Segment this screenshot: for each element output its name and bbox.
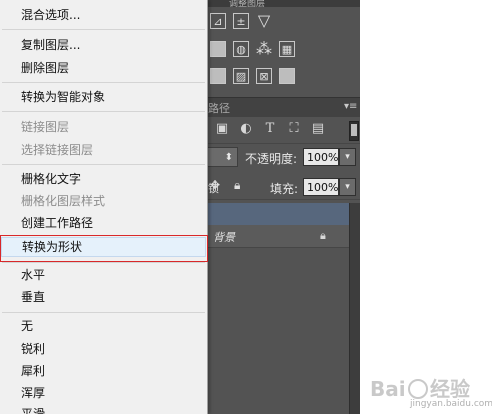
layer-filter-row: ▣ ◐ T ⛶ ▤ bbox=[215, 121, 325, 136]
fill-dropdown-arrow-icon[interactable]: ▾ bbox=[339, 178, 356, 196]
menu-separator bbox=[2, 29, 205, 30]
exposure-icon[interactable]: ± bbox=[233, 13, 249, 29]
color-balance-icon[interactable] bbox=[210, 41, 226, 57]
menu-item-convert-smart-object[interactable]: 转换为智能对象 bbox=[0, 87, 207, 107]
menu-item-horizontal[interactable]: 水平 bbox=[0, 265, 207, 285]
selective-color-icon[interactable]: ⊠ bbox=[256, 68, 272, 84]
filter-shape-icon[interactable]: ⛶ bbox=[287, 121, 301, 136]
color-lookup-icon[interactable]: ▦ bbox=[279, 41, 295, 57]
menu-item-antialias-strong[interactable]: 浑厚 bbox=[0, 383, 207, 403]
layer-context-menu: 混合选项... 复制图层... 删除图层 转换为智能对象 链接图层 选择链接图层… bbox=[0, 0, 208, 414]
fill-label: 填充: bbox=[270, 182, 299, 196]
adjustments-header: 调整图层 bbox=[205, 0, 375, 9]
layer-lock-icon: 🔒︎ bbox=[320, 229, 326, 242]
menu-item-antialias-crisp[interactable]: 犀利 bbox=[0, 361, 207, 381]
menu-item-select-linked-layers: 选择链接图层 bbox=[21, 143, 94, 157]
svg-text:Bai: Bai bbox=[370, 377, 406, 401]
menu-item-link-layers: 链接图层 bbox=[21, 120, 70, 134]
adjustment-icons-row-1: ⊿ ± ▽ bbox=[210, 13, 272, 29]
gradient-triangle-icon[interactable]: ▽ bbox=[256, 13, 272, 29]
menu-item-vertical[interactable]: 垂直 bbox=[0, 287, 207, 307]
lock-position-icon[interactable]: ✥ bbox=[210, 178, 220, 192]
menu-item-antialias-sharp[interactable]: 锐利 bbox=[0, 339, 207, 359]
menu-item-rasterize-layer-style: 栅格化图层样式 bbox=[21, 194, 106, 208]
svg-text:经验: 经验 bbox=[430, 377, 470, 401]
opacity-dropdown-arrow-icon[interactable]: ▾ bbox=[339, 148, 356, 166]
curves-icon[interactable]: ⊿ bbox=[210, 13, 226, 29]
threshold-icon[interactable]: ▨ bbox=[233, 68, 249, 84]
fill-field[interactable]: 100% bbox=[303, 178, 339, 196]
blend-mode-arrow-icon: ⬍ bbox=[224, 151, 233, 163]
menu-item-duplicate-layer[interactable]: 复制图层... bbox=[0, 35, 207, 55]
menu-item-antialias-none[interactable]: 无 bbox=[0, 316, 207, 336]
adjustments-title: 调整图层 bbox=[229, 0, 266, 9]
menu-separator bbox=[2, 262, 205, 263]
adjustment-icons-row-3: ▨ ⊠ bbox=[210, 68, 295, 84]
menu-item-blending-options[interactable]: 混合选项... bbox=[0, 5, 207, 25]
menu-item-rasterize-type[interactable]: 栅格化文字 bbox=[0, 169, 207, 189]
tab-paths[interactable]: 路径 bbox=[208, 100, 230, 116]
panel-divider bbox=[205, 199, 360, 200]
filter-smart-object-icon[interactable]: ▤ bbox=[311, 121, 325, 136]
menu-item-delete-layer[interactable]: 删除图层 bbox=[0, 58, 207, 78]
panel-menu-icon[interactable]: ▾≡ bbox=[344, 101, 357, 112]
filter-adjustment-icon[interactable]: ◐ bbox=[239, 121, 253, 136]
gradient-map-icon[interactable] bbox=[279, 68, 295, 84]
blend-mode-select[interactable]: ⬍ bbox=[205, 147, 238, 167]
menu-item-convert-to-shape[interactable]: 转换为形状 bbox=[1, 237, 206, 257]
menu-separator bbox=[2, 82, 205, 83]
menu-separator bbox=[2, 164, 205, 165]
menu-separator bbox=[2, 111, 205, 112]
panel-divider bbox=[205, 143, 360, 144]
photo-filter-icon[interactable]: ◍ bbox=[233, 41, 249, 57]
menu-separator bbox=[2, 312, 205, 313]
filter-pixel-icon[interactable]: ▣ bbox=[215, 121, 229, 136]
opacity-label: 不透明度: bbox=[245, 152, 298, 166]
menu-item-create-work-path[interactable]: 创建工作路径 bbox=[0, 213, 207, 233]
lock-all-icon[interactable]: 🔒︎ bbox=[234, 178, 240, 193]
document-area bbox=[360, 0, 492, 414]
opacity-field[interactable]: 100% bbox=[303, 148, 339, 166]
watermark-url: jingyan.baidu.com bbox=[410, 399, 492, 409]
channel-mixer-icon[interactable]: ⁂ bbox=[256, 41, 272, 57]
filter-toggle-switch[interactable] bbox=[349, 121, 359, 141]
layer-name: 背景 bbox=[213, 231, 235, 244]
filter-type-icon[interactable]: T bbox=[263, 121, 277, 136]
invert-icon[interactable] bbox=[210, 68, 226, 84]
layers-scrollbar[interactable] bbox=[349, 203, 360, 414]
adjustment-icons-row-2: ◍ ⁂ ▦ bbox=[210, 41, 295, 57]
menu-item-antialias-smooth[interactable]: 平滑 bbox=[0, 404, 207, 414]
layer-row-selected[interactable] bbox=[205, 203, 349, 225]
